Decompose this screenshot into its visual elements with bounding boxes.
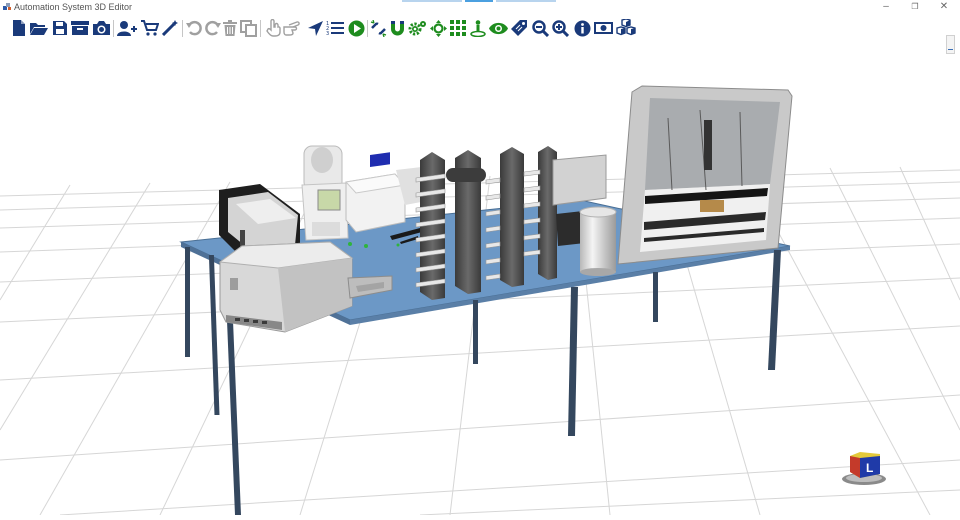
magic-wand-icon [162,20,178,36]
window-title: Automation System 3D Editor [14,2,133,12]
close-button[interactable]: ✕ [932,0,956,14]
toolbar-separator [182,20,183,37]
magnet-icon [390,20,404,35]
grid-button[interactable] [448,18,468,38]
liquid-handler[interactable] [617,85,793,265]
crosshairs-button[interactable] [428,18,448,38]
undo-button[interactable] [184,18,204,38]
main-toolbar: 123 [0,15,960,54]
toolbar-separator [260,20,261,37]
archive-icon [71,21,89,35]
save-button[interactable] [50,18,70,38]
camera-icon [92,21,110,35]
shopping-cart-icon [141,20,159,36]
cubes-button[interactable] [616,18,636,38]
zoom-in-button[interactable] [550,18,570,38]
eye-icon [488,22,508,34]
delete-button[interactable] [220,18,240,38]
hand-pointer-icon [265,19,281,37]
select-hand-button[interactable] [263,18,283,38]
cogs-icon [408,20,426,35]
unlink-button[interactable] [368,18,388,38]
magnet-button[interactable] [387,18,407,38]
cubes-icon [616,19,636,36]
open-folder-button[interactable] [28,18,48,38]
navigate-button[interactable] [305,18,325,38]
copy-button[interactable] [238,18,258,38]
tag-icon [511,20,527,36]
new-file-button[interactable] [9,18,29,38]
orientation-cube[interactable]: L [842,452,886,485]
anchor-button[interactable] [468,18,488,38]
app-logo-icon [3,3,11,10]
3d-viewport[interactable]: L [0,43,960,516]
crosshairs-icon [429,19,447,37]
settings-button[interactable] [407,18,427,38]
redo-button[interactable] [202,18,222,38]
title-accent-right [496,0,556,2]
zoom-in-icon [551,19,569,37]
label-printer[interactable] [301,145,349,241]
zoom-out-icon [531,19,549,37]
grid-icon [450,20,466,36]
scene-canvas[interactable]: L [0,43,960,516]
toolbar-separator [113,20,114,37]
zoom-out-button[interactable] [530,18,550,38]
redo-icon [204,20,221,36]
title-bar: Automation System 3D Editor – ❐ ✕ [0,0,960,14]
info-button[interactable] [572,18,592,38]
orientation-cube-label: L [866,461,873,475]
trash-icon [223,20,237,36]
location-arrow-icon [307,20,323,36]
play-button[interactable] [346,18,366,38]
restore-button[interactable]: ❐ [903,0,927,14]
list-button[interactable]: 123 [325,18,345,38]
undo-icon [185,20,202,36]
money-icon [593,22,613,34]
svg-text:3: 3 [326,31,329,36]
minimize-button[interactable]: – [874,0,898,14]
save-icon [53,21,67,35]
add-user-button[interactable] [117,18,137,38]
new-file-icon [13,20,25,36]
camera-button[interactable] [91,18,111,38]
anchor-person-icon [470,19,486,37]
open-folder-icon [29,23,48,35]
point-right-button[interactable] [283,18,303,38]
magic-wand-button[interactable] [160,18,180,38]
left-dispenser-unit[interactable] [219,184,300,252]
copy-icon [239,19,257,37]
title-accent-left [402,0,462,2]
shopping-cart-button[interactable] [140,18,160,38]
list-icon: 123 [326,21,344,36]
info-icon [574,20,590,36]
visibility-button[interactable] [488,18,508,38]
add-user-icon [117,21,137,36]
tag-button[interactable] [509,18,529,38]
play-circle-icon [348,20,364,36]
archive-button[interactable] [70,18,90,38]
reagent-cylinder[interactable] [579,206,617,276]
title-accent-mid [465,0,493,2]
hand-point-right-icon [283,20,300,36]
money-button[interactable] [593,18,613,38]
unlink-icon [370,19,386,37]
